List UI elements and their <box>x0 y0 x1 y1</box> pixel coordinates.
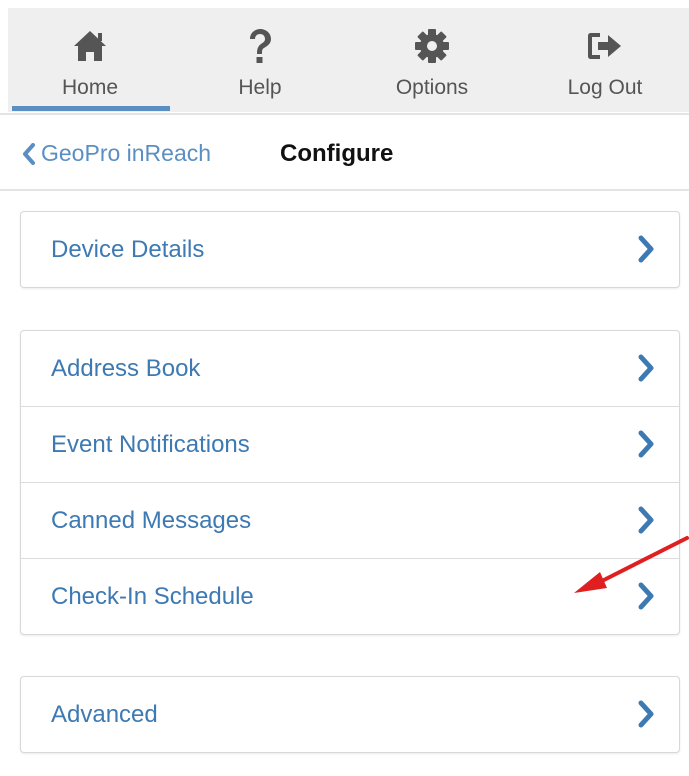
logout-icon <box>585 26 625 66</box>
chevron-right-icon <box>638 235 654 263</box>
settings-group-advanced: Advanced <box>20 676 680 753</box>
menu-item-event-notifications[interactable]: Event Notifications <box>21 407 679 483</box>
chevron-right-icon <box>638 700 654 728</box>
page-title: Configure <box>280 140 394 167</box>
nav-item-logout[interactable]: Log Out <box>530 8 680 112</box>
menu-item-address-book[interactable]: Address Book <box>21 331 679 407</box>
menu-item-label: Advanced <box>51 701 158 728</box>
menu-item-label: Check-In Schedule <box>51 583 254 610</box>
menu-item-advanced[interactable]: Advanced <box>21 677 679 752</box>
back-link[interactable]: GeoPro inReach <box>22 140 211 167</box>
breadcrumb: GeoPro inReach Configure <box>0 115 689 191</box>
menu-item-label: Device Details <box>51 236 205 263</box>
top-nav: Home Help Options Log Out <box>0 0 689 115</box>
nav-item-label: Home <box>61 76 119 99</box>
chevron-right-icon <box>638 430 654 458</box>
menu-item-label: Canned Messages <box>51 507 252 534</box>
nav-item-options[interactable]: Options <box>357 8 507 112</box>
settings-group-device: Device Details <box>20 211 680 288</box>
back-link-label: GeoPro inReach <box>41 140 212 166</box>
home-icon <box>70 26 110 66</box>
menu-item-device-details[interactable]: Device Details <box>21 212 679 287</box>
nav-item-label: Help <box>238 76 282 99</box>
menu-item-label: Address Book <box>51 355 201 382</box>
menu-item-label: Event Notifications <box>51 431 250 458</box>
chevron-left-icon <box>23 142 35 165</box>
chevron-right-icon <box>638 354 654 382</box>
nav-item-help[interactable]: Help <box>185 8 335 112</box>
gear-icon <box>412 26 452 66</box>
nav-item-label: Options <box>395 76 469 99</box>
active-tab-indicator <box>12 106 170 111</box>
nav-item-label: Log Out <box>567 76 643 99</box>
annotation-arrow-icon <box>574 536 689 593</box>
nav-item-home[interactable]: Home <box>15 8 165 112</box>
question-icon <box>240 26 280 66</box>
